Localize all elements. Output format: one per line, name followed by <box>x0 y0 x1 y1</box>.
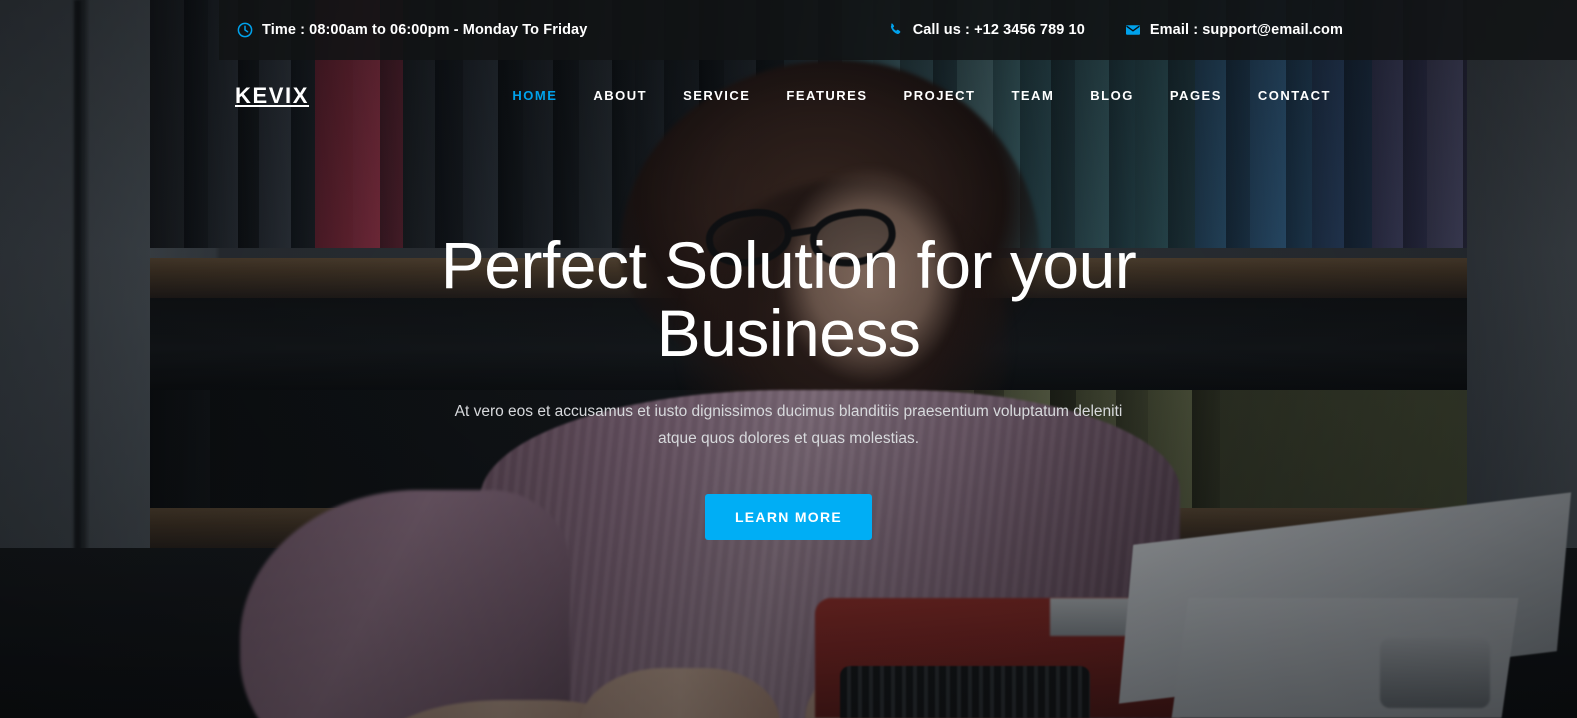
nav-item-features[interactable]: FEATURES <box>768 87 885 105</box>
envelope-icon <box>1125 25 1140 35</box>
nav-item-project[interactable]: PROJECT <box>886 87 994 105</box>
nav-item-blog[interactable]: BLOG <box>1072 87 1152 105</box>
nav-link-service[interactable]: SERVICE <box>683 88 750 103</box>
main-navbar: KEVIX HOME ABOUT SERVICE FEATURES PROJEC… <box>0 60 1577 132</box>
business-hours: Time : 08:00am to 06:00pm - Monday To Fr… <box>237 22 587 38</box>
email-link[interactable]: Email : support@email.com <box>1125 22 1343 38</box>
nav-item-home[interactable]: HOME <box>494 87 575 105</box>
nav-link-pages[interactable]: PAGES <box>1170 88 1222 103</box>
nav-link-contact[interactable]: CONTACT <box>1258 88 1331 103</box>
nav-link-about[interactable]: ABOUT <box>593 88 647 103</box>
nav-item-contact[interactable]: CONTACT <box>1240 87 1349 105</box>
hero-title: Perfect Solution for your Business <box>440 228 1137 370</box>
hero-subtitle: At vero eos et accusamus et iusto dignis… <box>454 402 1123 448</box>
nav-link-blog[interactable]: BLOG <box>1090 88 1134 103</box>
clock-icon <box>237 22 253 38</box>
business-hours-text: Time : 08:00am to 06:00pm - Monday To Fr… <box>262 22 588 38</box>
site-logo[interactable]: KEVIX <box>235 83 309 109</box>
nav-item-team[interactable]: TEAM <box>993 87 1072 105</box>
top-info-bar: Time : 08:00am to 06:00pm - Monday To Fr… <box>219 0 1577 60</box>
nav-link-home[interactable]: HOME <box>512 88 557 103</box>
nav-link-team[interactable]: TEAM <box>1011 88 1054 103</box>
hero-section: Perfect Solution for your Business At ve… <box>0 228 1577 541</box>
phone-icon <box>890 23 901 34</box>
nav-item-service[interactable]: SERVICE <box>665 87 768 105</box>
phone-link[interactable]: Call us : +12 3456 789 10 <box>888 22 1085 38</box>
main-menu: HOME ABOUT SERVICE FEATURES PROJECT TEAM… <box>494 87 1349 105</box>
email-text: Email : support@email.com <box>1149 22 1343 38</box>
page-stage: Time : 08:00am to 06:00pm - Monday To Fr… <box>0 0 1577 718</box>
top-info-bar-right: Call us : +12 3456 789 10 Email : suppor… <box>888 22 1559 38</box>
nav-item-about[interactable]: ABOUT <box>575 87 665 105</box>
top-info-bar-left: Time : 08:00am to 06:00pm - Monday To Fr… <box>237 22 587 38</box>
nav-item-pages[interactable]: PAGES <box>1152 87 1240 105</box>
nav-link-project[interactable]: PROJECT <box>904 88 976 103</box>
learn-more-button[interactable]: LEARN MORE <box>704 494 873 541</box>
nav-link-features[interactable]: FEATURES <box>786 88 867 103</box>
phone-text: Call us : +12 3456 789 10 <box>912 22 1085 38</box>
